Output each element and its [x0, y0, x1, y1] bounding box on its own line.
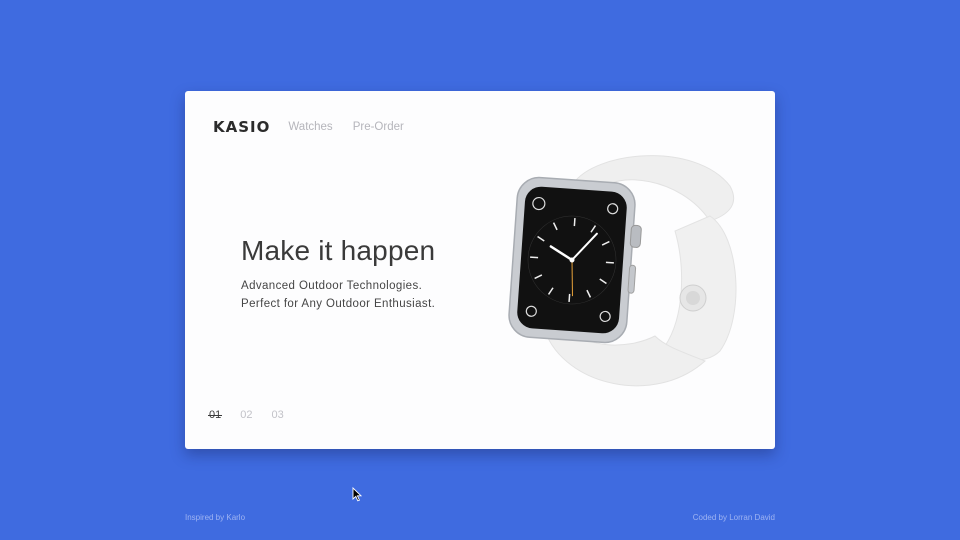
nav-link-pre-order[interactable]: Pre-Order: [353, 121, 404, 133]
pager-item-03[interactable]: 03: [272, 409, 284, 421]
pager-item-02[interactable]: 02: [240, 409, 252, 421]
nav-link-watches[interactable]: Watches: [288, 121, 332, 133]
subtitle-line-2: Perfect for Any Outdoor Enthusiast.: [241, 298, 436, 310]
hero-text: Make it happen Advanced Outdoor Technolo…: [241, 235, 435, 313]
footer-credit-right[interactable]: Coded by Lorran David: [693, 513, 775, 522]
top-nav: KASIO Watches Pre-Order: [213, 118, 424, 136]
brand-logo[interactable]: KASIO: [213, 118, 270, 136]
watch-button: [627, 264, 637, 294]
footer-credit-left[interactable]: Inspired by Karlo: [185, 513, 245, 522]
headline: Make it happen: [241, 235, 436, 266]
smartwatch-image: [508, 155, 737, 387]
hero-card: KASIO Watches Pre-Order Make it happen A…: [185, 91, 775, 449]
watch-crown: [629, 224, 642, 248]
pager-item-01[interactable]: 01: [207, 409, 223, 421]
subtitle-line-1: Advanced Outdoor Technologies.: [241, 280, 423, 292]
mouse-cursor-icon: [352, 487, 362, 502]
slide-pager: 01 02 03: [207, 409, 303, 421]
